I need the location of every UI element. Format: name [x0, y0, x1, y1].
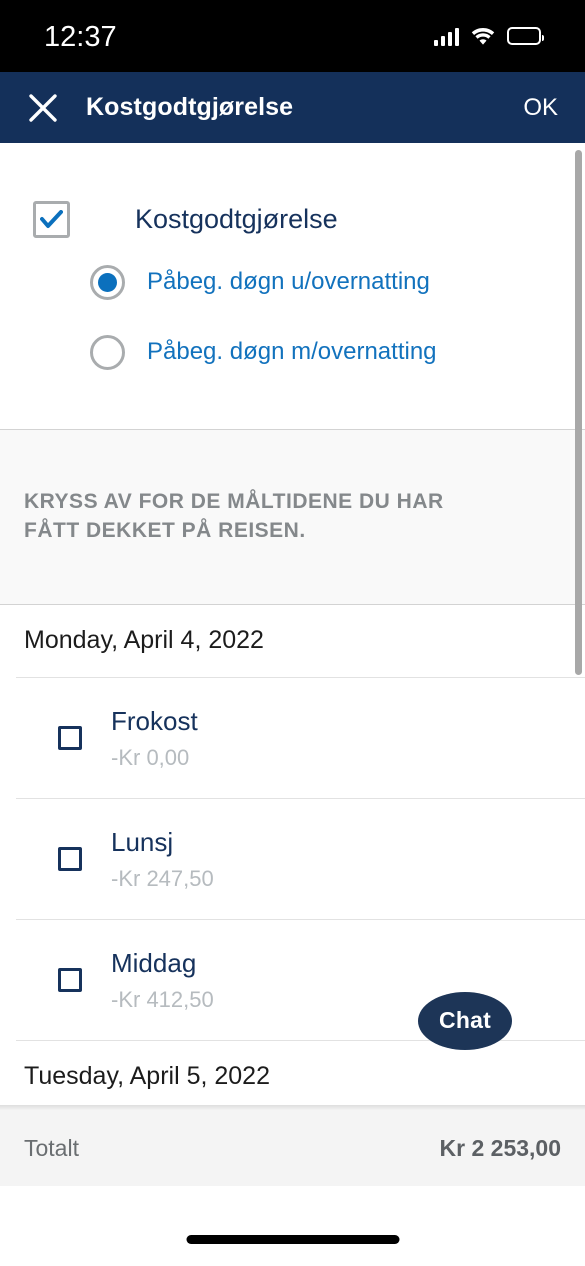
meal-row-frokost[interactable]: Frokost -Kr 0,00: [0, 677, 585, 798]
phone-screen: 12:37 Kostgodtgjørelse OK Kostgodtgjørel…: [0, 0, 585, 1266]
total-label: Totalt: [24, 1134, 79, 1161]
radio-label-u-overnatting: Påbeg. døgn u/overnatting: [147, 268, 430, 295]
ok-button[interactable]: OK: [523, 94, 558, 122]
kostgodtgjorelse-option-block: Kostgodtgjørelse Påbeg. døgn u/overnatti…: [0, 143, 585, 429]
instruction-panel: Kryss av for de måltidene du har fått de…: [0, 430, 585, 604]
meal-row-lunsj[interactable]: Lunsj -Kr 247,50: [0, 798, 585, 919]
close-button[interactable]: [0, 72, 86, 143]
chat-bubble-icon: Chat: [418, 992, 512, 1050]
checkbox-unchecked-icon[interactable]: [58, 967, 82, 992]
date-header-monday: Monday, April 4, 2022: [0, 604, 585, 677]
cellular-signal-icon: [433, 27, 459, 46]
status-bar-clock: 12:37: [44, 20, 117, 53]
meal-texts: Lunsj -Kr 247,50: [111, 826, 214, 892]
status-bar-icons: [433, 27, 544, 46]
status-bar: 12:37: [0, 0, 585, 72]
meal-name: Frokost: [111, 706, 198, 737]
wifi-icon: [470, 27, 496, 46]
meal-price: -Kr 412,50: [111, 986, 214, 1012]
radio-row-u-overnatting[interactable]: Påbeg. døgn u/overnatting: [0, 247, 585, 317]
kostgodtgjorelse-checkbox-row[interactable]: Kostgodtgjørelse: [0, 191, 585, 247]
meal-texts: Frokost -Kr 0,00: [111, 705, 198, 771]
close-icon: [29, 93, 57, 122]
checkbox-unchecked-icon[interactable]: [58, 725, 82, 750]
meal-price: -Kr 247,50: [111, 865, 214, 891]
radio-unselected-icon[interactable]: [90, 334, 125, 370]
meal-name: Middag: [111, 948, 197, 979]
nav-bar: Kostgodtgjørelse OK: [0, 72, 585, 143]
page-title: Kostgodtgjørelse: [86, 93, 294, 121]
total-footer: Totalt Kr 2 253,00: [0, 1110, 585, 1186]
date-label: Tuesday, April 5, 2022: [24, 1062, 270, 1091]
meal-texts: Middag -Kr 412,50: [111, 947, 214, 1013]
chat-label: Chat: [439, 1007, 491, 1033]
radio-label-m-overnatting: Påbeg. døgn m/overnatting: [147, 338, 437, 365]
checkbox-unchecked-icon[interactable]: [58, 846, 82, 871]
date-label: Monday, April 4, 2022: [24, 626, 264, 655]
radio-selected-icon[interactable]: [90, 264, 125, 300]
radio-row-m-overnatting[interactable]: Påbeg. døgn m/overnatting: [0, 317, 585, 387]
home-indicator[interactable]: [186, 1235, 399, 1244]
total-amount: Kr 2 253,00: [439, 1134, 561, 1161]
kostgodtgjorelse-label: Kostgodtgjørelse: [135, 203, 338, 234]
battery-icon: [507, 27, 544, 45]
scroll-content: Kostgodtgjørelse Påbeg. døgn u/overnatti…: [0, 143, 585, 1105]
meal-price: -Kr 0,00: [111, 744, 190, 770]
meal-name: Lunsj: [111, 827, 174, 858]
vertical-scrollbar[interactable]: [575, 150, 582, 675]
chat-button[interactable]: Chat: [418, 992, 512, 1056]
instruction-text: Kryss av for de måltidene du har fått de…: [24, 490, 444, 542]
checkbox-checked-icon[interactable]: [33, 200, 70, 238]
